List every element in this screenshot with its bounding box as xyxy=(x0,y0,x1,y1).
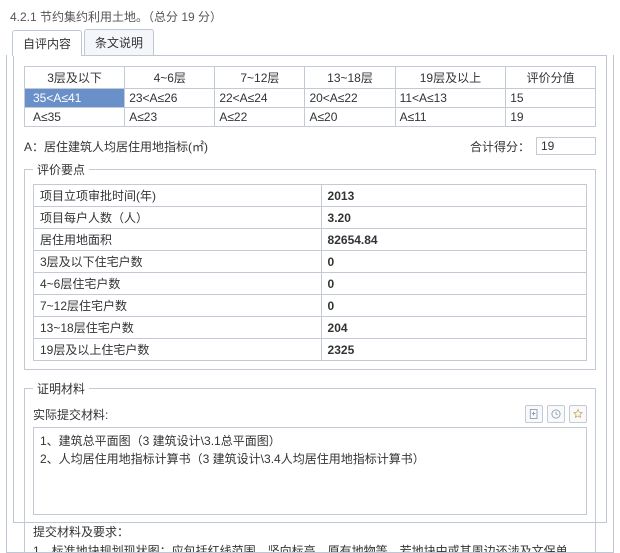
total-score-label: 合计得分： xyxy=(470,138,530,155)
kv-val: 2325 xyxy=(321,339,586,361)
kv-val: 204 xyxy=(321,317,586,339)
list-item: 2、人均居住用地指标计算书（3 建筑设计\3.4人均居住用地指标计算书） xyxy=(40,450,580,468)
grid-cell: 22<A≤24 xyxy=(215,89,305,108)
add-file-button[interactable] xyxy=(525,405,543,423)
materials-fieldset: 证明材料 实际提交材料: 1、建筑总平面图（3 建筑设计\3.1总平面图） 2、… xyxy=(24,380,596,553)
grid-header: 4~6层 xyxy=(125,67,215,89)
kv-key: 4~6层住宅户数 xyxy=(34,273,322,295)
grid-cell-highlight: 35<A≤41 xyxy=(25,89,125,108)
grid-header: 7~12层 xyxy=(215,67,305,89)
tab-bar: 自评内容 条文说明 xyxy=(6,31,614,55)
grid-cell: A≤20 xyxy=(305,108,395,127)
grid-cell: 11<A≤13 xyxy=(395,89,506,108)
submitted-list[interactable]: 1、建筑总平面图（3 建筑设计\3.1总平面图） 2、人均居住用地指标计算书（3… xyxy=(33,427,587,515)
requirement-item: 1、标准地块规划现状图：应包括红线范围、竖向标高、原有地物等。若地块中或其周边还… xyxy=(33,542,587,553)
kv-key: 7~12层住宅户数 xyxy=(34,295,322,317)
kv-val: 0 xyxy=(321,295,586,317)
grid-cell: 20<A≤22 xyxy=(305,89,395,108)
refresh-button[interactable] xyxy=(547,405,565,423)
kv-key: 3层及以下住宅户数 xyxy=(34,251,322,273)
clock-icon xyxy=(550,408,562,420)
grid-row: 35<A≤41 23<A≤26 22<A≤24 20<A≤22 11<A≤13 … xyxy=(25,89,596,108)
grid-header: 评价分值 xyxy=(506,67,596,89)
eval-legend: 评价要点 xyxy=(33,161,89,178)
kv-key: 19层及以上住宅户数 xyxy=(34,339,322,361)
criteria-grid: 3层及以下 4~6层 7~12层 13~18层 19层及以上 评价分值 35<A… xyxy=(24,66,596,127)
submitted-label: 实际提交材料: xyxy=(33,406,525,423)
kv-key: 13~18层住宅户数 xyxy=(34,317,322,339)
materials-legend: 证明材料 xyxy=(33,380,89,397)
grid-cell: A≤35 xyxy=(25,108,125,127)
total-score-input[interactable] xyxy=(536,137,596,155)
grid-header: 19层及以上 xyxy=(395,67,506,89)
kv-val: 3.20 xyxy=(321,207,586,229)
kv-key: 项目每户人数（人） xyxy=(34,207,322,229)
section-a-row: A：居住建筑人均居住用地指标(㎡) 合计得分： xyxy=(24,137,596,155)
file-plus-icon xyxy=(528,408,540,420)
favorite-button[interactable] xyxy=(569,405,587,423)
grid-cell: 19 xyxy=(506,108,596,127)
eval-fieldset: 评价要点 项目立项审批时间(年)2013 项目每户人数（人）3.20 居住用地面… xyxy=(24,161,596,370)
grid-cell: 15 xyxy=(506,89,596,108)
grid-cell: A≤23 xyxy=(125,108,215,127)
requirements-block: 提交材料及要求： 1、标准地块规划现状图：应包括红线范围、竖向标高、原有地物等。… xyxy=(33,523,587,553)
kv-val: 2013 xyxy=(321,185,586,207)
kv-key: 居住用地面积 xyxy=(34,229,322,251)
materials-header: 实际提交材料: xyxy=(33,405,587,423)
kv-table: 项目立项审批时间(年)2013 项目每户人数（人）3.20 居住用地面积8265… xyxy=(33,184,587,361)
grid-cell: A≤22 xyxy=(215,108,305,127)
kv-val: 0 xyxy=(321,273,586,295)
kv-key: 项目立项审批时间(年) xyxy=(34,185,322,207)
outer-frame: 3层及以下 4~6层 7~12层 13~18层 19层及以上 评价分值 35<A… xyxy=(6,55,614,553)
star-icon xyxy=(572,408,584,420)
section-a-label: A：居住建筑人均居住用地指标(㎡) xyxy=(24,138,470,155)
tab-panel: 3层及以下 4~6层 7~12层 13~18层 19层及以上 评价分值 35<A… xyxy=(13,55,607,523)
requirements-label: 提交材料及要求： xyxy=(33,523,587,542)
grid-cell: A≤11 xyxy=(395,108,506,127)
grid-row: A≤35 A≤23 A≤22 A≤20 A≤11 19 xyxy=(25,108,596,127)
grid-header-row: 3层及以下 4~6层 7~12层 13~18层 19层及以上 评价分值 xyxy=(25,67,596,89)
grid-header: 3层及以下 xyxy=(25,67,125,89)
section-title: 4.2.1 节约集约利用土地。（总分 19 分） xyxy=(6,6,614,31)
materials-toolbar xyxy=(525,405,587,423)
grid-cell: 23<A≤26 xyxy=(125,89,215,108)
kv-val: 82654.84 xyxy=(321,229,586,251)
kv-val: 0 xyxy=(321,251,586,273)
tab-clause[interactable]: 条文说明 xyxy=(84,29,154,55)
list-item: 1、建筑总平面图（3 建筑设计\3.1总平面图） xyxy=(40,432,580,450)
grid-header: 13~18层 xyxy=(305,67,395,89)
tab-self-eval[interactable]: 自评内容 xyxy=(12,30,82,56)
